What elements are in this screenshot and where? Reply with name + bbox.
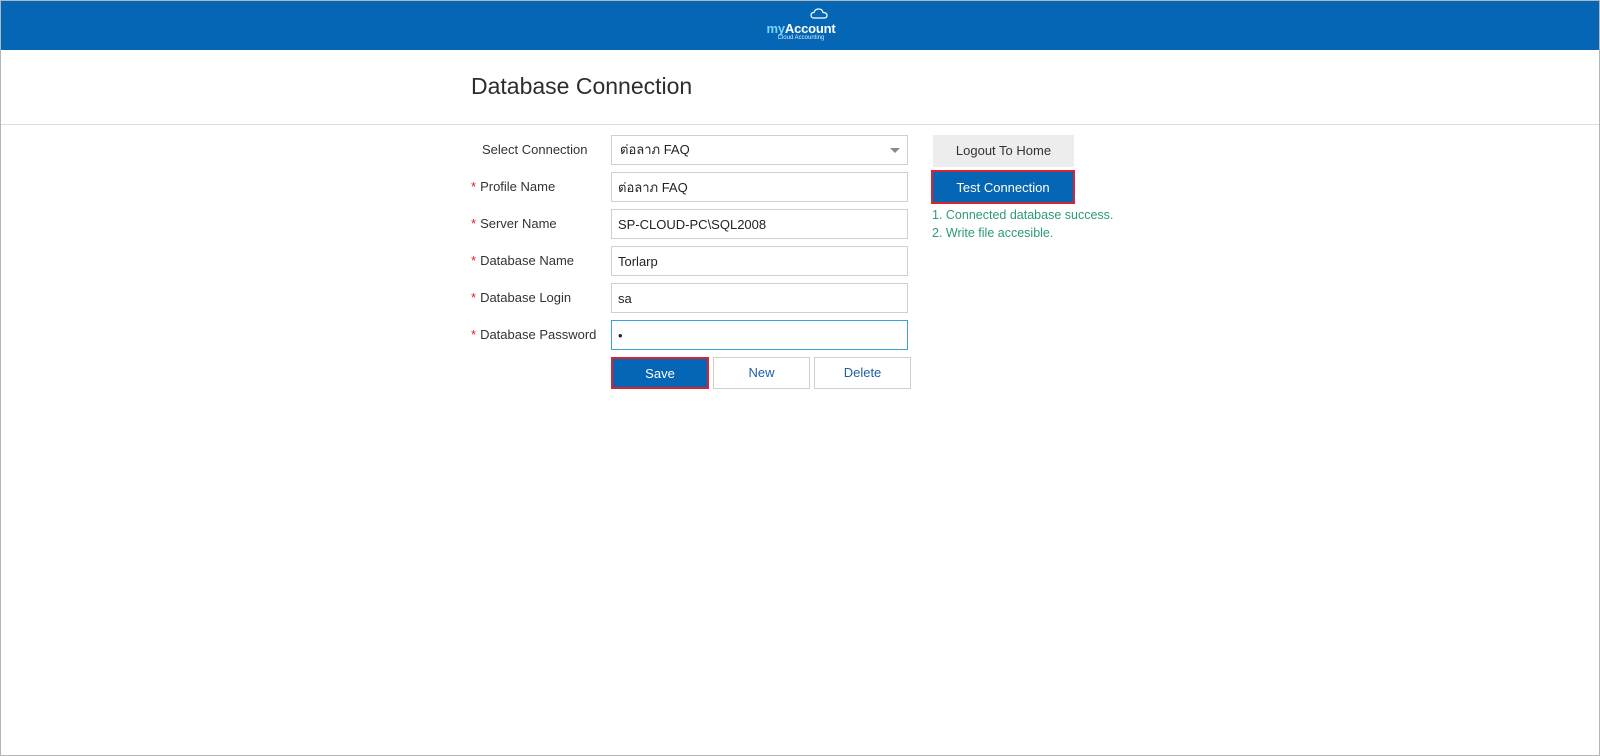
chevron-down-icon [890, 148, 900, 153]
logo-my: my [766, 21, 786, 36]
required-marker: * [471, 253, 477, 268]
logo-wordmark: myAccount [766, 21, 836, 36]
myaccount-logo[interactable]: myAccount Cloud Accounting [766, 8, 836, 43]
profile-name-label-text: Profile Name [480, 179, 556, 194]
database-login-label-text: Database Login [480, 290, 572, 305]
database-name-label-text: Database Name [480, 253, 575, 268]
top-bar: myAccount Cloud Accounting [1, 1, 1599, 50]
cloud-icon [810, 8, 828, 19]
database-password-label: * Database Password [471, 327, 596, 342]
database-name-label: * Database Name [471, 253, 574, 268]
page-title: Database Connection [471, 73, 693, 99]
server-name-label-text: Server Name [480, 216, 557, 231]
select-connection-value: ต่อลาภ FAQ [620, 142, 690, 157]
profile-name-label: * Profile Name [471, 179, 555, 194]
database-login-label: * Database Login [471, 290, 571, 305]
logo-subtitle: Cloud Accounting [777, 35, 825, 41]
required-marker: * [471, 216, 477, 231]
database-login-input[interactable] [611, 283, 908, 313]
select-connection-dropdown[interactable]: ต่อลาภ FAQ [611, 135, 908, 165]
new-button[interactable]: New [713, 357, 810, 389]
status-message: 2. Write file accesible. [932, 226, 1054, 240]
logout-to-home-button[interactable]: Logout To Home [933, 135, 1074, 167]
required-marker: * [471, 290, 477, 305]
database-password-input[interactable] [611, 320, 908, 350]
status-message: 1. Connected database success. [932, 208, 1114, 222]
test-connection-button[interactable]: Test Connection [931, 170, 1075, 204]
required-marker: * [471, 327, 477, 342]
server-name-label: * Server Name [471, 216, 557, 231]
server-name-input[interactable] [611, 209, 908, 239]
logo-account: Account [784, 21, 836, 36]
database-password-label-text: Database Password [480, 327, 597, 342]
app-window: myAccount Cloud Accounting Database Conn… [0, 0, 1600, 756]
database-name-input[interactable] [611, 246, 908, 276]
profile-name-input[interactable] [611, 172, 908, 202]
select-connection-label: Select Connection [482, 142, 588, 157]
save-button[interactable]: Save [611, 357, 709, 389]
delete-button[interactable]: Delete [814, 357, 911, 389]
header-divider [1, 124, 1599, 125]
required-marker: * [471, 179, 477, 194]
